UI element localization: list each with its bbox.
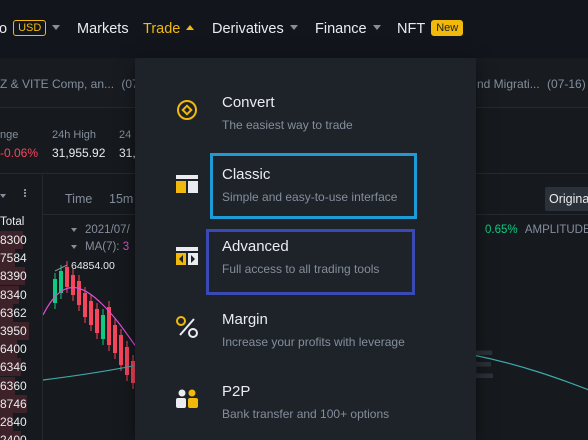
menu-item-subtitle: The easiest way to trade	[222, 118, 353, 132]
order-book-row[interactable]: 2400	[0, 430, 42, 440]
trade-dropdown-menu: Convert The easiest way to trade Classic…	[135, 58, 476, 440]
order-book-total: 7584	[0, 251, 27, 266]
nav-nft-label: NFT	[397, 21, 426, 37]
order-book-row[interactable]: 3950	[0, 321, 42, 341]
nav-trade[interactable]: Trade	[143, 20, 195, 38]
more-icon[interactable]	[22, 188, 28, 202]
order-book-row[interactable]: 8300	[0, 230, 42, 250]
order-book-row[interactable]: 6400	[0, 339, 42, 359]
candle-body	[119, 335, 123, 365]
high-value: 31,955.92	[52, 146, 106, 160]
high2-label: 24	[119, 129, 132, 141]
menu-item-title: P2P	[222, 383, 251, 400]
order-book-total: 2840	[0, 415, 27, 429]
candle-body	[101, 315, 105, 339]
app-root: o USD Markets Trade Derivatives Finance N…	[0, 0, 588, 440]
nav-partial-label: o	[0, 21, 8, 37]
currency-badge: USD	[13, 20, 47, 37]
order-book-total: 8300	[0, 233, 27, 247]
menu-item-advanced[interactable]: Advanced Full access to all trading tool…	[135, 220, 476, 292]
menu-item-convert[interactable]: Convert The easiest way to trade	[135, 76, 476, 148]
nav-derivatives-label: Derivatives	[212, 21, 284, 37]
order-book-row[interactable]: 7584	[0, 248, 42, 268]
classic-icon	[176, 175, 198, 193]
order-book-total: 6362	[0, 305, 27, 320]
chevron-down-icon	[52, 24, 61, 30]
chevron-down-icon	[372, 24, 381, 30]
candle-body	[53, 279, 57, 303]
order-book-total: 6360	[0, 378, 27, 393]
order-book-row[interactable]: 6360	[0, 376, 42, 396]
new-badge: New	[431, 20, 464, 37]
total-column-header: Total	[0, 216, 25, 228]
price-marker-label: 64854.00	[71, 260, 115, 272]
nav-derivatives[interactable]: Derivatives	[212, 20, 298, 38]
high-label: 24h High	[52, 129, 97, 141]
order-book-total: 6346	[0, 360, 27, 375]
nav-finance[interactable]: Finance	[315, 20, 381, 38]
candle-body	[77, 281, 81, 305]
order-book-total: 2400	[0, 433, 27, 440]
candle-body	[125, 347, 129, 375]
p2p-icon	[176, 389, 198, 408]
order-book-total: 3950	[0, 324, 27, 338]
menu-item-subtitle: Bank transfer and 100+ options	[222, 407, 390, 421]
menu-item-subtitle: Full access to all trading tools	[222, 262, 380, 276]
currency-selector[interactable]: o USD	[0, 20, 61, 38]
caret-down-icon[interactable]	[0, 189, 8, 201]
top-nav: o USD Markets Trade Derivatives Finance N…	[0, 0, 588, 58]
order-book: Total 8300 7584 8390 8340 6362 3950 6400 6346 63…	[0, 175, 42, 440]
nav-finance-label: Finance	[315, 21, 367, 37]
advanced-icon	[176, 247, 198, 265]
menu-item-title: Convert	[222, 94, 275, 111]
nav-nft[interactable]: NFT New	[397, 20, 464, 38]
menu-item-title: Advanced	[222, 238, 289, 255]
nav-markets[interactable]: Markets	[77, 20, 129, 38]
order-book-total: 6400	[0, 342, 27, 357]
menu-item-title: Classic	[222, 166, 271, 183]
order-book-row[interactable]: 8390	[0, 266, 42, 286]
candle-body	[89, 301, 93, 325]
order-book-total: 8340	[0, 287, 27, 302]
chevron-up-icon	[186, 24, 195, 30]
order-book-row[interactable]: 2840	[0, 412, 42, 432]
announcement-left[interactable]: Z & VITE Comp, an... (07-	[0, 77, 143, 91]
menu-item-margin[interactable]: Margin Increase your profits with levera…	[135, 293, 476, 365]
chevron-down-icon	[289, 24, 298, 30]
margin-icon	[176, 316, 198, 338]
candle-body	[95, 309, 99, 333]
candle-body	[83, 293, 87, 317]
menu-item-classic[interactable]: Classic Simple and easy-to-use interface	[135, 148, 476, 220]
high2-value: 31,	[119, 146, 136, 160]
nav-trade-label: Trade	[143, 21, 181, 37]
candles-group	[53, 261, 135, 389]
announcement-right[interactable]: nd Migrati... (07-16)	[477, 77, 586, 91]
order-book-row[interactable]: 8340	[0, 285, 42, 305]
announcement-right-text: nd Migrati...	[477, 77, 540, 91]
menu-item-subtitle: Increase your profits with leverage	[222, 335, 405, 349]
order-book-row[interactable]: 6346	[0, 357, 42, 377]
order-book-total: 8746	[0, 396, 27, 411]
menu-item-subtitle: Simple and easy-to-use interface	[222, 190, 398, 204]
announcement-left-text: Z & VITE Comp, an...	[0, 77, 115, 91]
convert-icon	[177, 100, 197, 120]
change-value: -0.06%	[0, 146, 39, 160]
candle-body	[65, 267, 69, 287]
order-book-row[interactable]: 8746	[0, 394, 42, 414]
menu-item-p2p[interactable]: P2P Bank transfer and 100+ options	[135, 365, 476, 437]
candle-body	[59, 271, 63, 293]
order-book-total: 8390	[0, 269, 27, 284]
announcement-right-date: (07-16)	[547, 77, 586, 91]
change-label: nge	[0, 129, 19, 141]
candle-body	[113, 325, 117, 353]
candle-body	[71, 275, 75, 295]
order-book-row[interactable]: 6362	[0, 303, 42, 323]
menu-item-title: Margin	[222, 311, 268, 328]
